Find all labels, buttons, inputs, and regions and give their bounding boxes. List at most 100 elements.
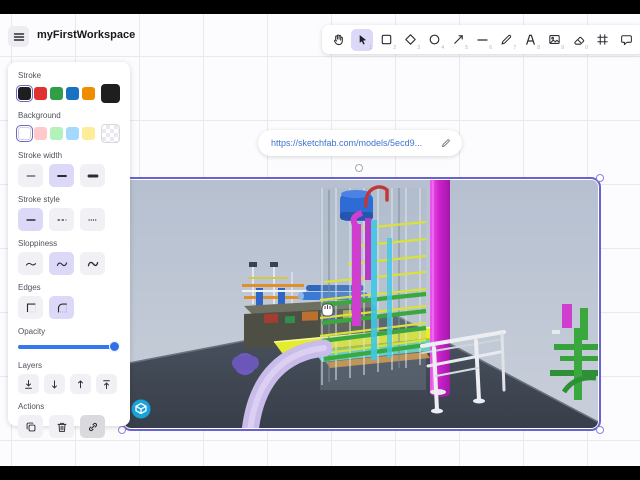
properties-panel: Stroke Background Stroke width Stroke st… — [8, 62, 130, 438]
ellipse-tool[interactable]: 4 — [423, 29, 445, 51]
stroke-width-extrabold-button[interactable] — [80, 164, 105, 187]
stroke-swatch-orange[interactable] — [82, 87, 95, 100]
edges-section: Edges — [18, 283, 120, 319]
send-to-back-button[interactable] — [18, 374, 39, 394]
bring-to-front-button[interactable] — [96, 374, 117, 394]
stroke-style-dotted-button[interactable] — [80, 208, 105, 231]
edges-label: Edges — [18, 283, 41, 292]
bring-to-front-icon — [103, 379, 110, 389]
stroke-current-color[interactable] — [101, 84, 120, 103]
extrabold-line-icon — [87, 174, 98, 177]
solid-line-icon — [25, 218, 36, 221]
edit-link-button[interactable] — [440, 137, 452, 149]
actions-section: Actions — [18, 402, 120, 438]
link-icon — [88, 422, 97, 431]
cartoonist-stroke-icon — [87, 261, 98, 266]
artist-stroke-icon — [56, 261, 67, 266]
hamburger-icon — [13, 32, 24, 41]
sketchfab-logo-badge — [131, 399, 151, 419]
bold-line-icon — [56, 174, 67, 177]
viewer-cursor — [321, 303, 334, 317]
send-to-back-icon — [25, 379, 32, 389]
sloppiness-architect-button[interactable] — [18, 252, 43, 275]
stroke-swatch-red[interactable] — [34, 87, 47, 100]
stroke-label: Stroke — [18, 71, 42, 80]
background-current-color[interactable] — [101, 124, 120, 143]
hamburger-menu-button[interactable] — [8, 26, 29, 47]
opacity-slider-knob[interactable] — [109, 341, 120, 352]
hand-icon — [333, 34, 343, 46]
background-swatch-green[interactable] — [50, 127, 63, 140]
bring-forward-icon — [78, 379, 83, 388]
frame-icon — [596, 34, 608, 45]
workspace-title: myFirstWorkspace — [37, 29, 136, 41]
stroke-style-solid-button[interactable] — [18, 208, 43, 231]
layers-label: Layers — [18, 361, 43, 370]
resize-handle-bottom-right[interactable] — [596, 426, 604, 434]
sketchfab-3d-scene[interactable] — [124, 180, 598, 428]
draw-tool[interactable]: 7 — [495, 29, 517, 51]
bring-forward-button[interactable] — [70, 374, 91, 394]
comment-bubble-icon — [620, 35, 632, 46]
background-swatch-yellow[interactable] — [82, 127, 95, 140]
hand-tool[interactable] — [327, 29, 349, 51]
diamond-icon — [404, 34, 416, 45]
stroke-width-bold-button[interactable] — [49, 164, 74, 187]
drawing-toolbar: 1 2 3 4 5 6 7 8 9 0 — [322, 25, 640, 54]
stroke-swatch-black[interactable] — [15, 84, 34, 103]
stroke-style-label: Stroke style — [18, 195, 60, 204]
stroke-style-section: Stroke style — [18, 195, 120, 231]
rotate-handle[interactable] — [355, 164, 363, 172]
arrow-tool[interactable]: 5 — [447, 29, 469, 51]
line-tool[interactable]: 6 — [471, 29, 493, 51]
text-tool[interactable]: 8 — [519, 29, 541, 51]
rectangle-tool[interactable]: 2 — [375, 29, 397, 51]
eraser-tool[interactable]: 0 — [567, 29, 589, 51]
architect-stroke-icon — [25, 262, 36, 266]
stroke-swatch-green[interactable] — [50, 87, 63, 100]
link-button[interactable] — [80, 415, 105, 438]
stroke-width-thin-button[interactable] — [18, 164, 43, 187]
embed-link-pill[interactable]: https://sketchfab.com/models/5ecd9... — [258, 130, 462, 156]
arrow-icon — [453, 35, 463, 44]
background-swatch-pink[interactable] — [34, 127, 47, 140]
diamond-tool[interactable]: 3 — [399, 29, 421, 51]
round-corner-icon — [57, 302, 67, 313]
dashed-line-icon — [57, 218, 66, 221]
canvas[interactable]: myFirstWorkspace 1 2 3 4 5 6 7 8 9 0 Str… — [0, 14, 640, 466]
background-swatch-transparent[interactable] — [15, 124, 34, 143]
opacity-section: Opacity — [18, 327, 120, 353]
stroke-swatch-blue[interactable] — [66, 87, 79, 100]
edit-pencil-icon — [441, 139, 450, 148]
selection-tool[interactable]: 1 — [351, 28, 373, 51]
stroke-style-dashed-button[interactable] — [49, 208, 74, 231]
background-swatch-blue[interactable] — [66, 127, 79, 140]
opacity-slider[interactable] — [18, 341, 120, 353]
duplicate-button[interactable] — [18, 415, 43, 438]
comment-tool[interactable] — [615, 29, 637, 51]
rectangle-icon — [381, 34, 391, 45]
duplicate-icon — [26, 422, 35, 431]
image-tool[interactable]: 9 — [543, 29, 565, 51]
send-backward-button[interactable] — [44, 374, 65, 394]
stroke-width-label: Stroke width — [18, 151, 63, 160]
sloppiness-label: Sloppiness — [18, 239, 58, 248]
background-section: Background — [15, 111, 120, 143]
delete-button[interactable] — [49, 415, 74, 438]
edges-round-button[interactable] — [49, 296, 74, 319]
edges-sharp-button[interactable] — [18, 296, 43, 319]
image-icon — [548, 35, 560, 44]
stroke-section: Stroke — [15, 71, 120, 103]
trash-icon — [57, 422, 66, 432]
frame-tool[interactable] — [591, 29, 613, 51]
embed-url-text[interactable]: https://sketchfab.com/models/5ecd9... — [271, 138, 440, 148]
send-backward-icon — [52, 379, 57, 388]
sloppiness-section: Sloppiness — [18, 239, 120, 275]
sloppiness-artist-button[interactable] — [49, 252, 74, 275]
ellipse-icon — [429, 34, 439, 45]
resize-handle-top-right[interactable] — [596, 174, 604, 182]
layers-section: Layers — [18, 361, 120, 394]
sketchfab-embed[interactable] — [118, 174, 604, 434]
sloppiness-cartoonist-button[interactable] — [80, 252, 105, 275]
opacity-label: Opacity — [18, 327, 46, 336]
